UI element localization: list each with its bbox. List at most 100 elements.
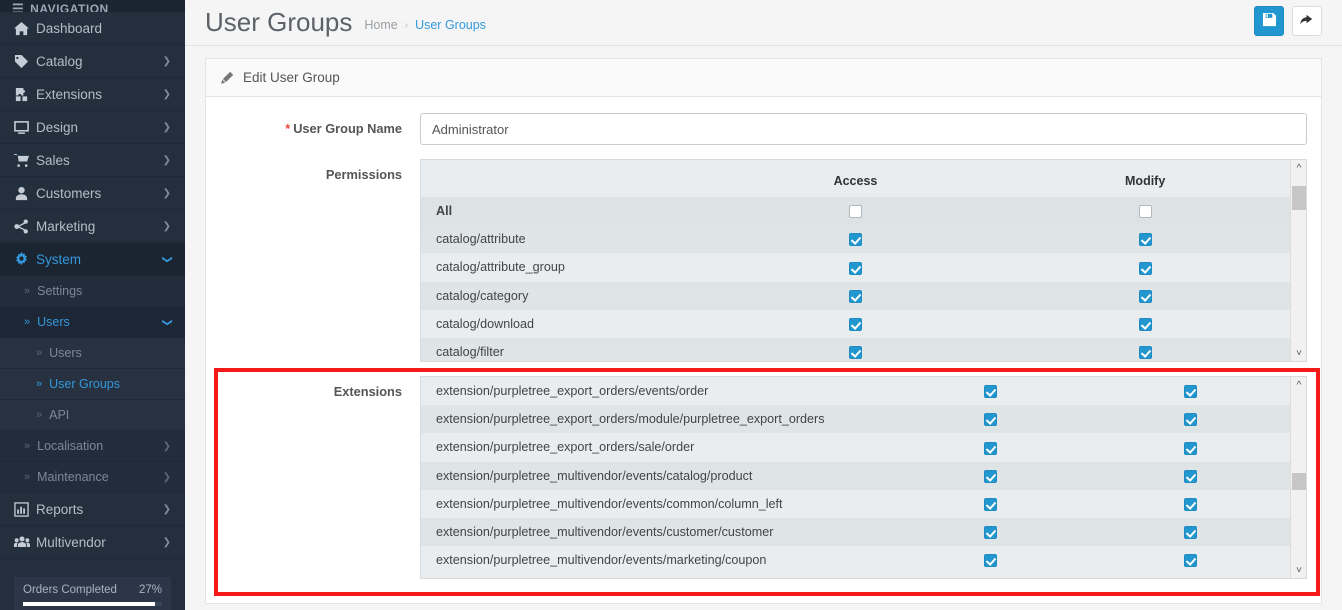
access-checkbox[interactable] xyxy=(848,233,862,247)
double-chevron-icon: » xyxy=(36,378,42,390)
permissions-row: Permissions Access Modify All catalog/at… xyxy=(220,159,1307,362)
sidebar-item-users-group[interactable]: » Users ❯ xyxy=(0,307,185,338)
modify-checkbox[interactable] xyxy=(1183,441,1197,455)
double-chevron-icon: » xyxy=(24,285,30,297)
modify-checkbox[interactable] xyxy=(1183,469,1197,483)
access-checkbox[interactable] xyxy=(848,289,862,303)
access-checkbox[interactable] xyxy=(983,554,997,568)
header-actions xyxy=(1254,6,1322,36)
access-checkbox[interactable] xyxy=(983,441,997,455)
extensions-table: extension/purpletree_export_orders/event… xyxy=(421,377,1290,575)
sidebar-item-dashboard[interactable]: Dashboard xyxy=(0,12,185,45)
chevron-right-icon: ❯ xyxy=(162,154,171,166)
modify-checkbox[interactable] xyxy=(1138,233,1152,247)
sidebar-item-reports[interactable]: Reports ❯ xyxy=(0,493,185,526)
modify-checkbox[interactable] xyxy=(1183,497,1197,511)
access-checkbox[interactable] xyxy=(848,205,862,219)
modify-checkbox[interactable] xyxy=(1138,317,1152,331)
modify-checkbox[interactable] xyxy=(1138,289,1152,303)
sidebar-item-label: Design xyxy=(36,119,79,135)
permissions-col-access: Access xyxy=(710,160,1001,197)
sidebar-item-marketing[interactable]: Marketing ❯ xyxy=(0,210,185,243)
scrollbar-thumb[interactable] xyxy=(1292,473,1306,490)
double-chevron-icon: » xyxy=(36,409,42,421)
modify-cell xyxy=(1090,489,1290,518)
sidebar-item-settings[interactable]: » Settings xyxy=(0,276,185,307)
access-checkbox[interactable] xyxy=(848,261,862,275)
access-checkbox[interactable] xyxy=(848,317,862,331)
sidebar-item-label: Marketing xyxy=(36,218,96,234)
sidebar-item-system[interactable]: System ❯ xyxy=(0,243,185,276)
modify-checkbox[interactable] xyxy=(1183,413,1197,427)
sidebar-item-label: Settings xyxy=(37,284,83,298)
sidebar-item-label: Catalog xyxy=(36,53,83,69)
sidebar-item-label: Users xyxy=(37,315,70,329)
sidebar-item-api[interactable]: » API xyxy=(0,400,185,431)
extensions-table-row: extension/purpletree_export_orders/sale/… xyxy=(421,433,1290,462)
sidebar-item-user-groups[interactable]: » User Groups xyxy=(0,369,185,400)
access-cell xyxy=(890,405,1090,434)
breadcrumb-item-user-groups[interactable]: User Groups xyxy=(415,18,486,32)
sidebar-item-users[interactable]: » Users xyxy=(0,338,185,369)
sidebar-item-sales[interactable]: Sales ❯ xyxy=(0,144,185,177)
monitor-icon xyxy=(14,120,36,135)
row-label: extension/purpletree_export_orders/modul… xyxy=(421,405,890,434)
extensions-table-row: extension/purpletree_export_orders/modul… xyxy=(421,405,1290,434)
permissions-scrollbar[interactable]: ^ ˅ xyxy=(1290,160,1306,361)
scroll-down-icon[interactable]: ˅ xyxy=(1291,345,1306,361)
extensions-scrollbar[interactable]: ^ ˅ xyxy=(1290,377,1306,578)
modify-checkbox[interactable] xyxy=(1183,554,1197,568)
row-label: extension/purpletree_export_orders/sale/… xyxy=(421,433,890,462)
back-button[interactable] xyxy=(1292,6,1322,36)
row-label: catalog/attribute_group xyxy=(421,253,711,282)
permissions-list: Access Modify All catalog/attribute catalo… xyxy=(421,160,1290,361)
modify-checkbox[interactable] xyxy=(1138,205,1152,219)
sidebar-item-extensions[interactable]: Extensions ❯ xyxy=(0,78,185,111)
sidebar-item-label: Sales xyxy=(36,152,70,168)
row-label: extension/purpletree_multivendor/events/… xyxy=(421,461,890,490)
access-cell xyxy=(710,225,1001,254)
chevron-right-icon: ❯ xyxy=(162,536,171,548)
user-group-name-input[interactable] xyxy=(420,113,1307,145)
sidebar-item-catalog[interactable]: Catalog ❯ xyxy=(0,45,185,78)
progress-label: Orders Completed xyxy=(23,584,117,596)
access-cell xyxy=(710,197,1001,226)
access-checkbox[interactable] xyxy=(983,469,997,483)
permissions-label: Permissions xyxy=(325,167,402,182)
modify-checkbox[interactable] xyxy=(1138,346,1152,360)
access-checkbox[interactable] xyxy=(848,346,862,360)
sidebar-item-label: Localisation xyxy=(37,439,104,453)
orders-completed-progress: Orders Completed 27% xyxy=(14,577,171,610)
sidebar-item-maintenance[interactable]: » Maintenance ❯ xyxy=(0,462,185,493)
chevron-down-icon: ❯ xyxy=(161,254,173,264)
breadcrumb: Home › User Groups xyxy=(364,18,486,32)
sidebar-item-multivendor[interactable]: Multivendor ❯ xyxy=(0,526,185,559)
user-group-name-label: * User Group Name xyxy=(220,113,420,145)
access-checkbox[interactable] xyxy=(983,526,997,540)
modify-checkbox[interactable] xyxy=(1183,385,1197,399)
sidebar-item-localisation[interactable]: » Localisation ❯ xyxy=(0,431,185,462)
access-cell xyxy=(890,433,1090,462)
access-checkbox[interactable] xyxy=(983,385,997,399)
access-checkbox[interactable] xyxy=(983,497,997,511)
sidebar-item-customers[interactable]: Customers ❯ xyxy=(0,177,185,210)
chart-icon xyxy=(14,501,36,517)
access-checkbox[interactable] xyxy=(983,413,997,427)
modify-checkbox[interactable] xyxy=(1183,526,1197,540)
user-icon xyxy=(14,186,36,201)
modify-checkbox[interactable] xyxy=(1138,261,1152,275)
row-label: catalog/download xyxy=(421,309,711,338)
permissions-table-row: catalog/attribute_group xyxy=(421,253,1290,282)
breadcrumb-item-home[interactable]: Home xyxy=(364,18,397,32)
save-button[interactable] xyxy=(1254,6,1284,36)
scroll-up-icon[interactable]: ^ xyxy=(1291,160,1306,176)
scrollbar-thumb[interactable] xyxy=(1292,186,1306,210)
double-chevron-icon: » xyxy=(36,347,42,359)
main-content: User Groups Home › User Groups Edit User… xyxy=(185,0,1342,610)
scroll-down-icon[interactable]: ˅ xyxy=(1291,562,1306,578)
double-chevron-icon: » xyxy=(24,440,30,452)
scroll-up-icon[interactable]: ^ xyxy=(1291,377,1306,393)
chevron-right-icon: ❯ xyxy=(162,55,171,67)
sidebar-item-design[interactable]: Design ❯ xyxy=(0,111,185,144)
extensions-table-row: extension/purpletree_multivendor/events/… xyxy=(421,517,1290,547)
